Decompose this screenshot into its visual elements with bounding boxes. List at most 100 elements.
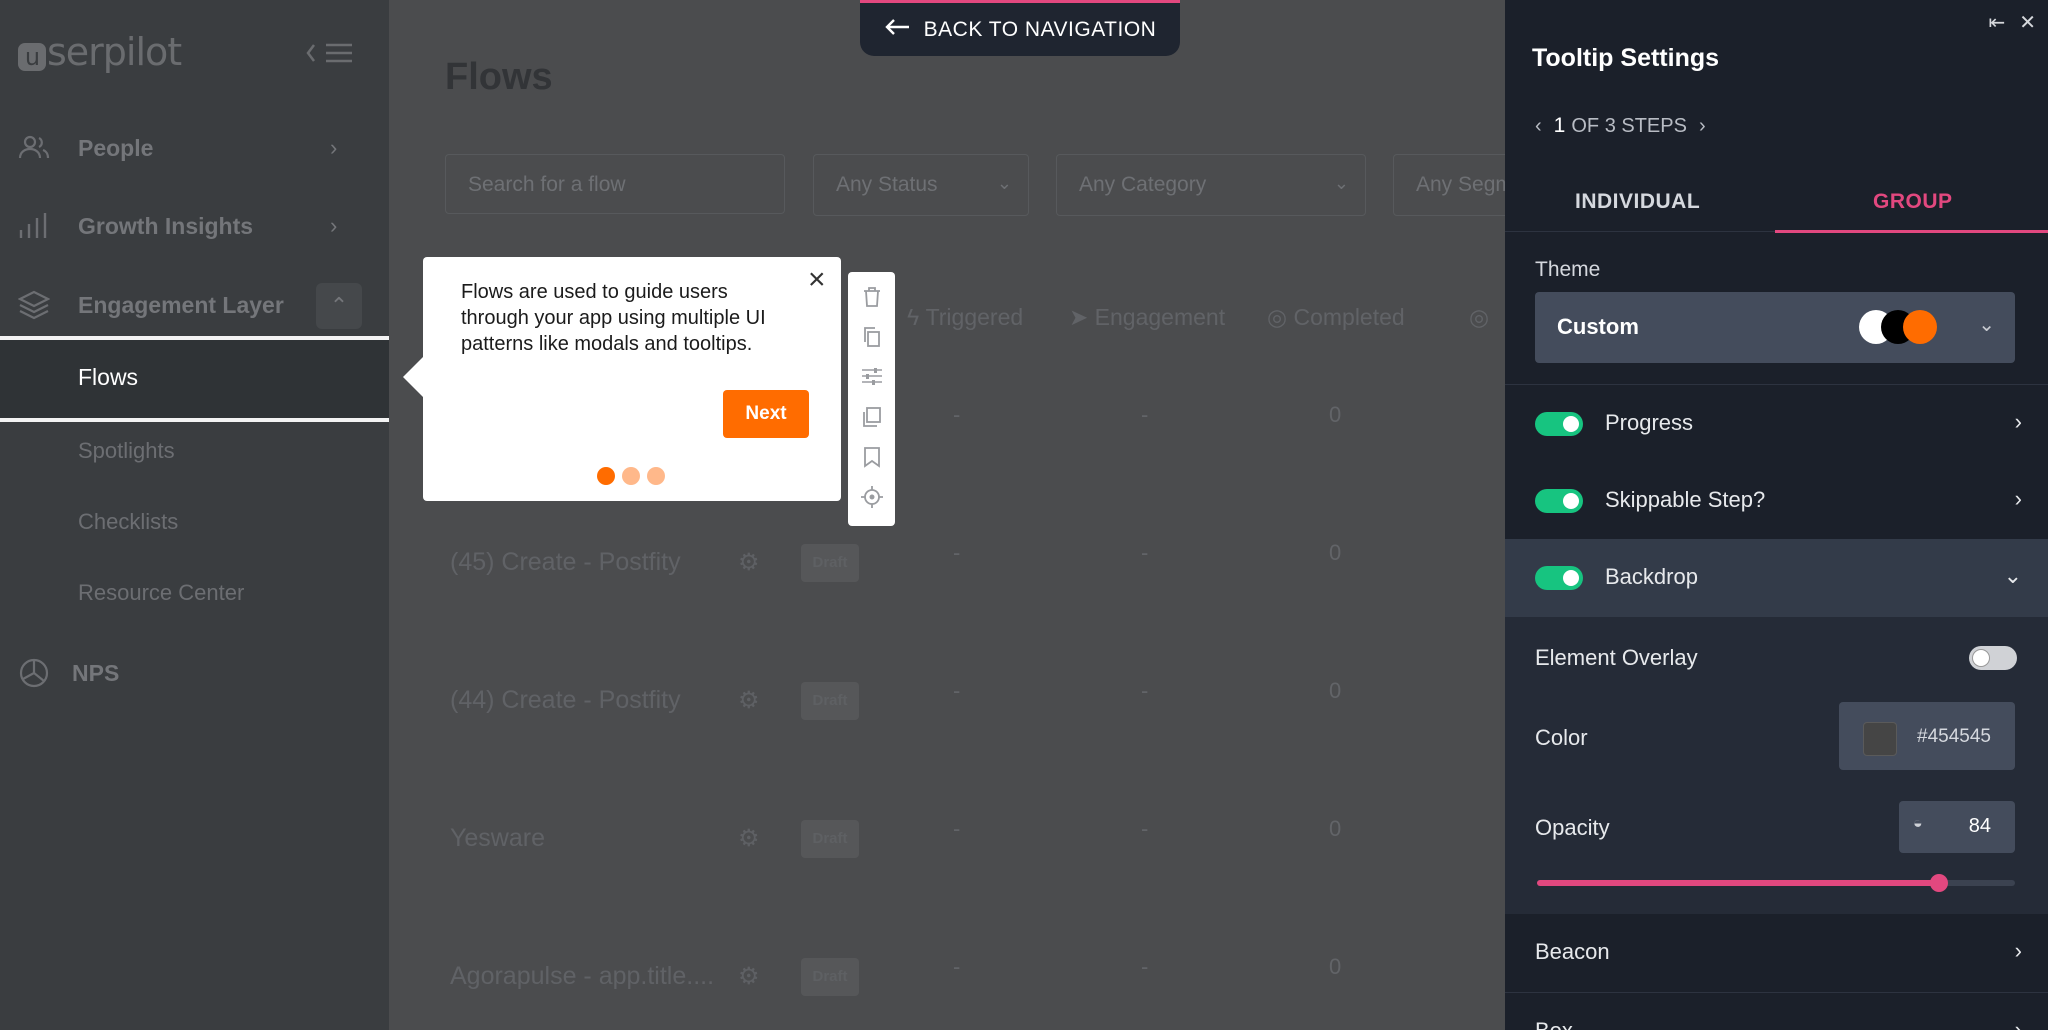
skippable-toggle[interactable] bbox=[1535, 489, 1583, 513]
triggered-value: - bbox=[953, 816, 961, 841]
chevron-right-icon: › bbox=[330, 135, 338, 160]
section-beacon[interactable]: Beacon › bbox=[1505, 914, 2048, 992]
step-indicator bbox=[597, 467, 665, 485]
back-to-navigation-button[interactable]: BACK TO NAVIGATION bbox=[860, 0, 1180, 56]
completed-value: 0 bbox=[1329, 816, 1342, 841]
sidebar-item-label: Engagement Layer bbox=[78, 291, 284, 318]
flow-name[interactable]: (44) Create - Postfity bbox=[450, 686, 681, 715]
color-picker[interactable]: #454545 bbox=[1839, 702, 2015, 770]
target-icon: ◎ bbox=[1267, 304, 1294, 330]
sidebar-item-spotlights[interactable]: Spotlights bbox=[78, 438, 175, 464]
chevron-up-icon[interactable]: ⌃ bbox=[316, 283, 362, 329]
gear-icon[interactable]: ⚙ bbox=[738, 551, 760, 575]
section-label: Progress bbox=[1605, 410, 1694, 435]
chevron-right-icon: › bbox=[330, 213, 338, 238]
bar-chart-icon bbox=[18, 210, 50, 242]
sidebar-item-label: Flows bbox=[78, 364, 139, 390]
theme-select[interactable]: Custom ⌄ bbox=[1535, 292, 2015, 363]
duplicate-icon[interactable] bbox=[860, 406, 884, 430]
section-box[interactable]: Box › bbox=[1505, 992, 2048, 1030]
panel-window-controls: ⇤ ✕ bbox=[1988, 10, 2036, 35]
status-filter[interactable]: Any Status ⌄ bbox=[813, 154, 1029, 216]
sidebar-item-nps[interactable]: NPS bbox=[0, 643, 389, 703]
opacity-slider-thumb[interactable] bbox=[1929, 874, 1948, 892]
triggered-value: - bbox=[953, 402, 961, 427]
close-icon[interactable]: ✕ bbox=[2019, 10, 2036, 35]
col-engagement[interactable]: ➤ Engagement bbox=[1069, 304, 1225, 331]
dock-left-icon[interactable]: ⇤ bbox=[1988, 10, 2005, 35]
sidebar-item-checklists[interactable]: Checklists bbox=[78, 509, 178, 535]
logo-text: serpilot bbox=[47, 30, 182, 74]
chevron-left-icon[interactable]: ‹ bbox=[1535, 115, 1542, 138]
close-icon[interactable]: × bbox=[808, 263, 826, 297]
chevron-right-icon: › bbox=[2014, 486, 2022, 511]
col-completed[interactable]: ◎ Completed bbox=[1267, 304, 1405, 331]
flow-name[interactable]: Agorapulse - app.title.... bbox=[450, 962, 714, 991]
gear-icon[interactable]: ⚙ bbox=[738, 965, 760, 989]
color-value: #454545 bbox=[1917, 726, 1991, 747]
active-tab-indicator bbox=[1775, 230, 2048, 233]
engagement-value: - bbox=[1141, 540, 1149, 565]
gear-icon[interactable]: ⚙ bbox=[738, 827, 760, 851]
triggered-value: - bbox=[953, 954, 961, 979]
section-label: Skippable Step? bbox=[1605, 487, 1766, 512]
flow-name[interactable]: Yesware bbox=[450, 824, 545, 853]
section-skippable-step[interactable]: Skippable Step? › bbox=[1505, 462, 2048, 540]
target-icon[interactable] bbox=[860, 486, 884, 510]
app-root: u serpilot People › Growth Insights › Eng… bbox=[0, 0, 2048, 1030]
chevron-right-icon[interactable]: › bbox=[1699, 115, 1706, 138]
opacity-label: Opacity bbox=[1535, 815, 1610, 840]
opacity-input[interactable]: ◒ 84 bbox=[1899, 801, 2015, 853]
layers-icon bbox=[17, 289, 51, 321]
bookmark-icon[interactable] bbox=[860, 446, 884, 470]
category-filter-value: Any Category bbox=[1079, 173, 1207, 196]
sliders-icon[interactable] bbox=[860, 366, 884, 390]
sidebar-item-flows[interactable]: Flows bbox=[0, 340, 395, 418]
tab-individual[interactable]: INDIVIDUAL bbox=[1575, 190, 1700, 214]
main-content: Flows Search for a flow Any Status ⌄ Any … bbox=[389, 0, 1505, 1030]
segment-filter[interactable]: Any Segm bbox=[1393, 154, 1505, 216]
col-label: Engagement bbox=[1094, 304, 1226, 330]
panel-title: Tooltip Settings bbox=[1532, 44, 1720, 72]
section-backdrop[interactable]: Backdrop ⌄ bbox=[1505, 539, 2048, 617]
col-label: Triggered bbox=[925, 304, 1024, 330]
progress-toggle[interactable] bbox=[1535, 412, 1583, 436]
step-dot bbox=[647, 467, 665, 485]
search-input[interactable]: Search for a flow bbox=[445, 154, 785, 214]
element-overlay-toggle[interactable] bbox=[1969, 646, 2017, 670]
sidebar-item-growth-insights[interactable]: Growth Insights › bbox=[0, 196, 389, 256]
tab-group[interactable]: GROUP bbox=[1873, 190, 1953, 214]
send-icon: ➤ bbox=[1069, 304, 1095, 330]
arrow-left-icon bbox=[884, 18, 910, 42]
engagement-value: - bbox=[1141, 816, 1149, 841]
status-badge: Draft bbox=[801, 544, 859, 582]
chevron-down-icon: ⌄ bbox=[996, 173, 1012, 193]
chevron-right-icon: › bbox=[2014, 1017, 2022, 1030]
backdrop-toggle[interactable] bbox=[1535, 566, 1583, 590]
page-title: Flows bbox=[445, 56, 553, 98]
theme-value: Custom bbox=[1557, 314, 1639, 339]
collapse-sidebar-icon[interactable] bbox=[306, 38, 354, 68]
status-filter-value: Any Status bbox=[836, 173, 938, 196]
chevron-down-icon: ⌄ bbox=[2003, 563, 2022, 588]
col-label: Completed bbox=[1293, 304, 1405, 330]
status-badge: Draft bbox=[801, 820, 859, 858]
userpilot-logo[interactable]: u serpilot bbox=[18, 30, 182, 74]
sidebar-item-resource-center[interactable]: Resource Center bbox=[78, 580, 244, 606]
sidebar-item-people[interactable]: People › bbox=[0, 118, 389, 178]
opacity-slider[interactable] bbox=[1537, 874, 2015, 892]
sidebar-item-label: People bbox=[78, 134, 154, 161]
flow-name[interactable]: (45) Create - Postfity bbox=[450, 548, 681, 577]
copy-icon[interactable] bbox=[860, 326, 884, 350]
gear-icon[interactable]: ⚙ bbox=[738, 689, 760, 713]
opacity-value: 84 bbox=[1968, 815, 1991, 837]
trash-icon[interactable] bbox=[860, 286, 884, 310]
current-step: 1 bbox=[1553, 114, 1566, 137]
col-triggered[interactable]: ϟ Triggered bbox=[907, 304, 1023, 331]
section-progress[interactable]: Progress › bbox=[1505, 384, 2048, 462]
color-swatch bbox=[1863, 722, 1897, 756]
next-button[interactable]: Next bbox=[723, 390, 809, 438]
completed-value: 0 bbox=[1329, 954, 1342, 979]
step-dot bbox=[597, 467, 615, 485]
category-filter[interactable]: Any Category ⌄ bbox=[1056, 154, 1366, 216]
